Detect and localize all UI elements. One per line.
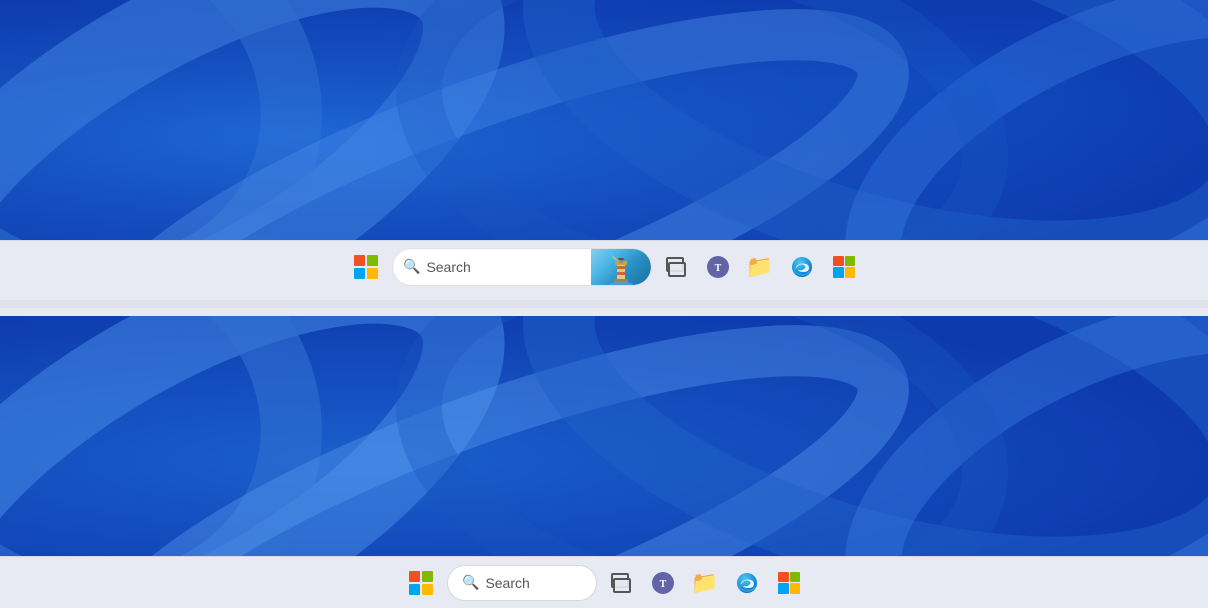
store-icon-top (833, 256, 855, 278)
logo-q4-b (422, 584, 433, 595)
screen-section-bottom: 🔍 Search T 📁 (0, 316, 1208, 608)
edge-button-top[interactable] (784, 249, 820, 285)
chat-icon-top: T (707, 256, 729, 278)
logo-q4 (367, 268, 378, 279)
edge-button-bottom[interactable] (729, 565, 765, 601)
taskview-button-bottom[interactable] (603, 565, 639, 601)
taskbar-bottom: 🔍 Search T 📁 (0, 556, 1208, 608)
logo-q1 (354, 255, 365, 266)
chat-button-bottom[interactable]: T (645, 565, 681, 601)
logo-q3 (354, 268, 365, 279)
search-image-top (591, 249, 651, 285)
search-label-bottom: Search (485, 575, 582, 591)
windows-logo-top (354, 255, 378, 279)
windows-logo-bottom (409, 571, 433, 595)
logo-q2-b (422, 571, 433, 582)
svg-text:T: T (660, 579, 667, 590)
search-icon-top: 🔍 (403, 258, 420, 275)
screen-section-top: 🔍 Search (0, 0, 1208, 292)
store-button-top[interactable] (826, 249, 862, 285)
chat-button-top[interactable]: T (700, 249, 736, 285)
search-icon-bottom: 🔍 (462, 574, 479, 591)
start-button-top[interactable] (346, 247, 386, 287)
folder-icon-top: 📁 (746, 254, 773, 280)
edge-icon-top (791, 256, 813, 278)
start-button-bottom[interactable] (401, 563, 441, 603)
folder-icon-bottom: 📁 (691, 570, 718, 596)
desktop-bottom (0, 316, 1208, 556)
logo-q1-b (409, 571, 420, 582)
taskview-icon-bottom (611, 573, 631, 593)
explorer-button-top[interactable]: 📁 (742, 249, 778, 285)
logo-q3-b (409, 584, 420, 595)
wallpaper-top (0, 0, 1208, 240)
store-button-bottom[interactable] (771, 565, 807, 601)
search-bar-top[interactable]: 🔍 Search (392, 248, 652, 286)
taskview-button-top[interactable] (658, 249, 694, 285)
svg-text:T: T (715, 263, 722, 274)
logo-q2 (367, 255, 378, 266)
taskview-icon-top (666, 257, 686, 277)
explorer-button-bottom[interactable]: 📁 (687, 565, 723, 601)
taskbar-top: 🔍 Search (0, 240, 1208, 292)
search-bar-bottom[interactable]: 🔍 Search (447, 565, 597, 601)
section-divider (0, 300, 1208, 308)
desktop-top (0, 0, 1208, 240)
wallpaper-bottom (0, 316, 1208, 556)
